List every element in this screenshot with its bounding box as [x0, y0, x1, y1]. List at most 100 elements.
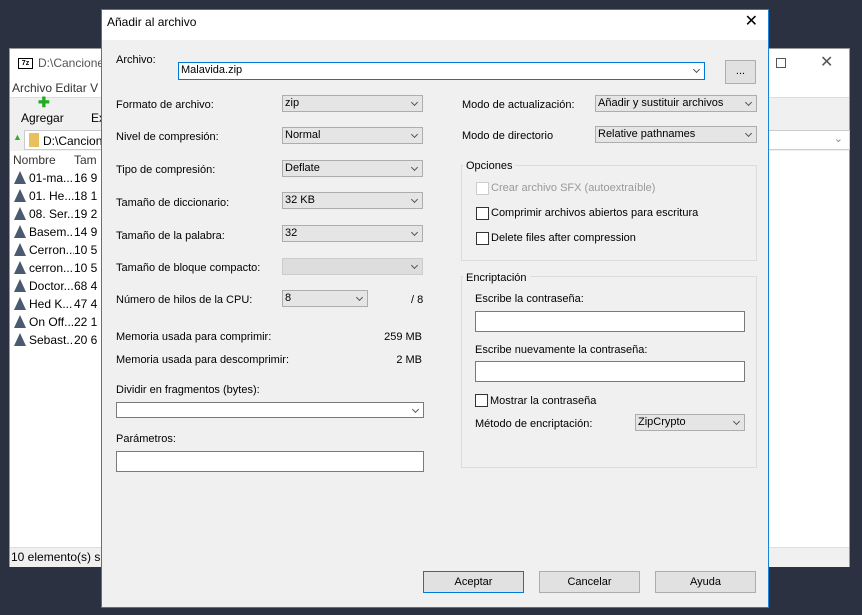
- menu-archivo[interactable]: Archivo: [12, 81, 52, 95]
- update-mode-value: Añadir y sustituir archivos: [598, 97, 724, 109]
- threads-max: / 8: [411, 294, 424, 306]
- vlc-file-icon: [14, 207, 26, 220]
- path-mode-combo[interactable]: Relative pathnames: [595, 126, 757, 143]
- options-title: Opciones: [463, 160, 516, 172]
- vlc-file-icon: [14, 333, 26, 346]
- folder-icon: [29, 133, 39, 147]
- parameters-input[interactable]: [116, 451, 424, 472]
- file-name: Doctor...: [29, 279, 74, 293]
- password-label: Escribe la contraseña:: [475, 293, 584, 305]
- level-value: Normal: [285, 129, 321, 141]
- window-title: D:\Canciones: [38, 56, 111, 70]
- word-size-label: Tamaño de la palabra:: [116, 230, 225, 242]
- file-size: 20 6: [74, 333, 98, 347]
- vlc-file-icon: [14, 171, 26, 184]
- dictionary-value: 32 KB: [285, 194, 315, 206]
- browse-button[interactable]: ...: [725, 60, 756, 84]
- vlc-file-icon: [14, 261, 26, 274]
- file-name: cerron...: [29, 261, 74, 275]
- delete-files-label: Delete files after compression: [491, 232, 636, 244]
- parameters-label: Parámetros:: [116, 433, 176, 445]
- password-repeat-label: Escribe nuevamente la contraseña:: [475, 344, 648, 356]
- ok-button[interactable]: Aceptar: [423, 571, 524, 593]
- sfx-label: Crear archivo SFX (autoextraíble): [491, 182, 656, 194]
- show-password-label: Mostrar la contraseña: [490, 395, 597, 407]
- solid-block-label: Tamaño de bloque compacto:: [116, 262, 261, 274]
- file-size: 68 4: [74, 279, 98, 293]
- options-group: Opciones Crear archivo SFX (autoextraíbl…: [461, 160, 757, 261]
- split-label: Dividir en fragmentos (bytes):: [116, 384, 260, 396]
- file-name: 01. He...: [29, 189, 74, 203]
- show-password-checkbox[interactable]: [475, 394, 488, 407]
- method-combo[interactable]: Deflate: [282, 160, 423, 177]
- menu-ver[interactable]: V: [90, 81, 98, 95]
- app-icon: 7z: [18, 58, 33, 69]
- maximize-button[interactable]: [776, 58, 786, 68]
- file-size: 14 9: [74, 225, 98, 239]
- add-button[interactable]: Agregar: [21, 111, 64, 125]
- file-size: 22 1: [74, 315, 98, 329]
- archive-label: Archivo:: [116, 54, 156, 66]
- sfx-checkbox[interactable]: [476, 182, 489, 195]
- method-label: Tipo de compresión:: [116, 164, 216, 176]
- threads-combo[interactable]: 8: [282, 290, 368, 307]
- path-mode-value: Relative pathnames: [598, 128, 696, 140]
- column-name[interactable]: Nombre: [13, 151, 74, 169]
- word-size-combo[interactable]: 32: [282, 225, 423, 242]
- file-name: 01-ma...: [29, 171, 74, 185]
- menu-editar[interactable]: Editar: [55, 81, 86, 95]
- file-size: 10 5: [74, 243, 98, 257]
- file-name: Cerron...: [29, 243, 74, 257]
- cancel-button[interactable]: Cancelar: [539, 571, 640, 593]
- split-combo[interactable]: [116, 402, 424, 418]
- vlc-file-icon: [14, 279, 26, 292]
- dictionary-combo[interactable]: 32 KB: [282, 192, 423, 209]
- level-combo[interactable]: Normal: [282, 127, 423, 144]
- file-name: On Off...: [29, 315, 74, 329]
- method-value: Deflate: [285, 162, 320, 174]
- encryption-method-label: Método de encriptación:: [475, 418, 593, 430]
- format-combo[interactable]: zip: [282, 95, 423, 112]
- column-size[interactable]: Tam: [74, 151, 97, 169]
- format-value: zip: [285, 97, 300, 109]
- update-mode-combo[interactable]: Añadir y sustituir archivos: [595, 95, 757, 112]
- archive-value: Malavida.zip: [181, 64, 243, 76]
- open-files-label: Comprimir archivos abiertos para escritu…: [491, 207, 699, 219]
- threads-value: 8: [285, 292, 292, 304]
- memory-decompress-value: 2 MB: [396, 354, 422, 366]
- threads-label: Número de hilos de la CPU:: [116, 294, 253, 306]
- file-name: Hed K...: [29, 297, 73, 311]
- encryption-method-combo[interactable]: ZipCrypto: [635, 414, 745, 431]
- vlc-file-icon: [14, 225, 26, 238]
- help-button[interactable]: Ayuda: [655, 571, 756, 593]
- file-size: 47 4: [74, 297, 98, 311]
- dialog-title: Añadir al archivo: [107, 15, 197, 29]
- dialog-close-button[interactable]: ✕: [745, 10, 758, 34]
- open-files-checkbox[interactable]: [476, 207, 489, 220]
- encryption-title: Encriptación: [463, 272, 530, 284]
- file-size: 18 1: [74, 189, 98, 203]
- delete-files-checkbox[interactable]: [476, 232, 489, 245]
- up-icon[interactable]: ▲: [13, 132, 22, 142]
- file-name: 08. Ser...: [29, 207, 74, 221]
- password-repeat-input[interactable]: [475, 361, 745, 382]
- vlc-file-icon: [14, 189, 26, 202]
- address-text: D:\Cancion: [43, 134, 103, 148]
- update-mode-label: Modo de actualización:: [462, 99, 575, 111]
- level-label: Nivel de compresión:: [116, 131, 219, 143]
- add-to-archive-dialog: Añadir al archivo ✕ Archivo: Malavida.zi…: [101, 9, 769, 608]
- solid-block-combo[interactable]: [282, 258, 423, 275]
- memory-compress-label: Memoria usada para comprimir:: [116, 331, 272, 343]
- status-text: 10 elemento(s) s: [11, 550, 101, 564]
- password-input[interactable]: [475, 311, 745, 332]
- file-size: 19 2: [74, 207, 98, 221]
- memory-compress-value: 259 MB: [384, 331, 422, 343]
- add-icon: ✚: [38, 94, 50, 110]
- path-mode-label: Modo de directorio: [462, 130, 554, 142]
- address-dropdown[interactable]: ⌄: [834, 132, 843, 145]
- file-name: Basem...: [29, 225, 74, 239]
- close-button[interactable]: ✕: [820, 52, 833, 72]
- archive-combo[interactable]: Malavida.zip: [178, 62, 705, 80]
- dictionary-label: Tamaño de diccionario:: [116, 197, 230, 209]
- file-size: 10 5: [74, 261, 98, 275]
